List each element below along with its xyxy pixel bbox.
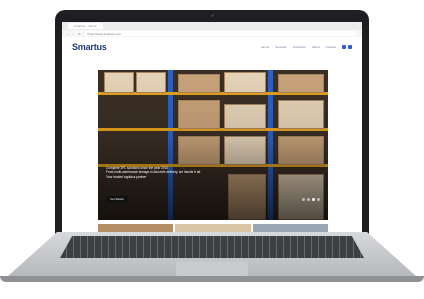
browser-address-bar: ‹ › ↻ https://www.smartus.com — [62, 30, 362, 37]
search-button[interactable] — [342, 45, 346, 49]
keyboard — [60, 236, 364, 258]
carousel-dot-active[interactable] — [312, 198, 315, 201]
browser-tab[interactable]: Smartus – Home — [68, 23, 103, 29]
laptop-mockup: Smartus – Home ‹ › ↻ https://www.smartus… — [0, 0, 424, 299]
browser-tab-bar: Smartus – Home — [62, 22, 362, 30]
menu-button[interactable] — [348, 45, 352, 49]
laptop-screen: Smartus – Home ‹ › ↻ https://www.smartus… — [62, 22, 362, 236]
hero-banner: Complete 3PL solutions since the year 20… — [98, 70, 328, 220]
back-icon[interactable]: ‹ — [68, 32, 69, 36]
nav-actions — [342, 45, 352, 49]
nav-link-contact[interactable]: Contact — [326, 45, 336, 49]
carousel-dots — [302, 198, 320, 201]
url-field[interactable]: https://www.smartus.com — [84, 31, 356, 36]
laptop-front-edge — [0, 276, 424, 282]
nav-link-services[interactable]: Services — [275, 45, 287, 49]
site-nav: Home Services Industries About Contact — [261, 45, 336, 49]
forward-icon[interactable]: › — [73, 32, 74, 36]
hero-copy: Complete 3PL solutions since the year 20… — [106, 166, 216, 179]
nav-link-industries[interactable]: Industries — [293, 45, 306, 49]
hero-gradient — [98, 70, 328, 220]
trackpad — [176, 262, 248, 276]
browser-tab-label: Smartus – Home — [74, 24, 97, 28]
url-text: https://www.smartus.com — [87, 31, 121, 36]
carousel-dot[interactable] — [317, 198, 320, 201]
carousel-dot[interactable] — [302, 198, 305, 201]
site-logo[interactable]: Smartus — [72, 42, 107, 52]
hero-tagline: Your trusted logistics partner — [106, 174, 147, 179]
reload-icon[interactable]: ↻ — [78, 32, 81, 36]
nav-link-about[interactable]: About — [312, 45, 320, 49]
carousel-dot[interactable] — [307, 198, 310, 201]
camera-icon — [211, 14, 214, 17]
hero-cta-button[interactable]: Get Started — [106, 196, 128, 202]
nav-link-home[interactable]: Home — [261, 45, 269, 49]
site-header: Smartus Home Services Industries About C… — [62, 37, 362, 57]
